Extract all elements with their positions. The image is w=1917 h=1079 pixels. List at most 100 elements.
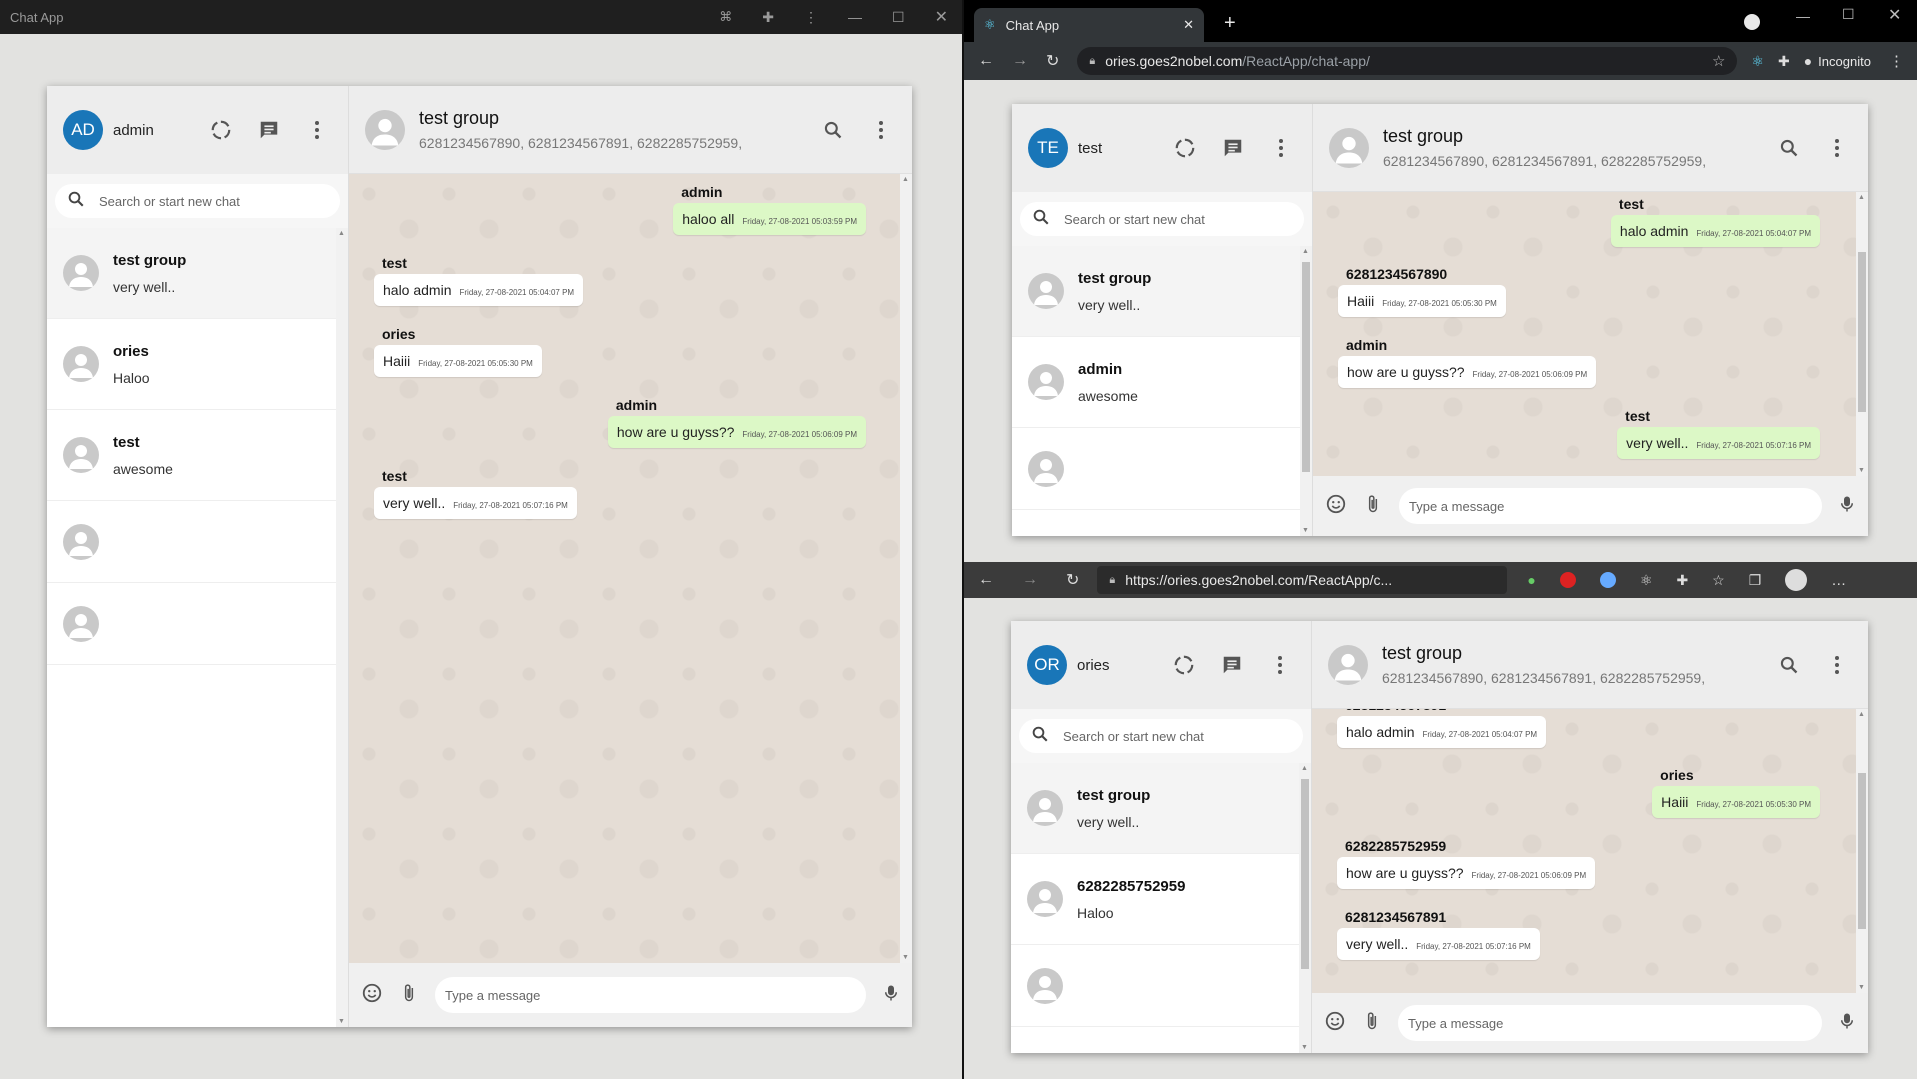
message-input[interactable] [435, 977, 866, 1013]
url-path: /ReactApp/chat-app/ [1242, 53, 1370, 69]
lock-icon: 🔒︎ [1089, 54, 1096, 67]
search-input[interactable] [1063, 728, 1243, 744]
menu-icon[interactable] [866, 115, 896, 145]
sidebar-scrollbar[interactable]: ▲ ▼ [1299, 763, 1311, 1053]
chat-item-test-group[interactable]: test group very well.. [47, 228, 348, 319]
mic-icon[interactable] [1838, 493, 1856, 520]
minimize-button[interactable]: — [848, 9, 862, 25]
address-bar[interactable]: 🔒︎ https://ories.goes2nobel.com/ReactApp… [1097, 566, 1508, 594]
menu-dots-icon[interactable]: … [1831, 572, 1846, 589]
status-icon[interactable] [1170, 133, 1200, 163]
abp-icon[interactable] [1559, 572, 1576, 588]
forward-icon[interactable]: → [1012, 52, 1028, 70]
extensions-icon[interactable]: ✚ [1676, 572, 1688, 589]
tab-chat-app[interactable]: ⚛ Chat App ✕ [974, 8, 1204, 42]
menu-icon[interactable] [1265, 650, 1295, 680]
search-icon[interactable] [1774, 133, 1804, 163]
scroll-thumb[interactable] [1858, 773, 1866, 929]
search-input[interactable] [99, 193, 279, 209]
react-devtools-icon[interactable]: ⚛ [1640, 572, 1653, 589]
back-icon[interactable]: ← [978, 52, 994, 70]
scroll-thumb[interactable] [1301, 779, 1309, 969]
extensions-icon[interactable]: ✚ [1778, 53, 1790, 70]
incognito-label[interactable]: Incognito [1818, 54, 1871, 69]
new-tab-button[interactable]: + [1224, 12, 1236, 35]
emoji-icon[interactable] [1325, 493, 1347, 520]
search-input[interactable] [1064, 211, 1244, 227]
chat-item-test-group[interactable]: test group very well.. [1012, 246, 1312, 337]
attach-icon[interactable] [399, 982, 419, 1009]
collections-icon[interactable]: ❐ [1749, 572, 1762, 589]
status-icon[interactable] [1169, 650, 1199, 680]
extension-icon[interactable]: ● [1527, 572, 1535, 588]
maximize-button[interactable]: ☐ [892, 9, 905, 26]
chat-item-empty[interactable] [1011, 945, 1311, 1027]
user-avatar[interactable]: AD [63, 110, 103, 150]
messages-scrollbar[interactable]: ▲ ▼ [1856, 192, 1868, 476]
message-input[interactable] [1399, 488, 1822, 524]
close-button[interactable]: ✕ [1888, 5, 1901, 25]
menu-icon[interactable] [302, 115, 332, 145]
message: ories Haiii Friday, 27-08-2021 05:05:30 P… [374, 326, 542, 377]
profile-avatar[interactable] [1785, 569, 1808, 591]
forward-icon[interactable]: → [1022, 571, 1038, 589]
messages-scrollbar[interactable]: ▲ ▼ [1856, 709, 1868, 993]
attach-icon[interactable] [1363, 493, 1383, 520]
message-text: how are u guyss?? [616, 424, 735, 440]
menu-icon[interactable] [1822, 650, 1852, 680]
new-chat-icon[interactable] [1218, 133, 1248, 163]
menu-dots-icon[interactable]: ⋮ [1889, 52, 1904, 70]
emoji-icon[interactable] [361, 982, 383, 1009]
window-title: Chat App [10, 9, 64, 25]
messages-scrollbar[interactable]: ▲ ▼ [900, 174, 912, 963]
message-bubble: how are u guyss?? Friday, 27-08-2021 05:0… [607, 416, 866, 448]
search-icon[interactable] [818, 115, 848, 145]
group-avatar[interactable] [365, 109, 405, 150]
star-icon[interactable]: ☆ [1712, 52, 1725, 70]
menu-icon[interactable] [1822, 133, 1852, 163]
mic-icon[interactable] [882, 982, 900, 1009]
tab-close-icon[interactable]: ✕ [1183, 17, 1194, 33]
chat-item-test-group[interactable]: test group very well.. [1011, 763, 1311, 854]
status-icon[interactable] [206, 115, 236, 145]
scroll-thumb[interactable] [1302, 262, 1310, 472]
chat-name: test [113, 433, 140, 451]
mic-icon[interactable] [1838, 1010, 1856, 1037]
chat-item-admin[interactable]: admin awesome [1012, 337, 1312, 428]
favorites-icon[interactable]: ☆ [1712, 572, 1725, 589]
minimize-button[interactable]: — [1796, 8, 1810, 24]
address-bar[interactable]: 🔒︎ ories.goes2nobel.com /ReactApp/chat-a… [1077, 47, 1738, 75]
search-icon[interactable] [1774, 650, 1804, 680]
chat-item-test[interactable]: test awesome [47, 410, 348, 501]
group-avatar[interactable] [1329, 127, 1369, 168]
reload-icon[interactable]: ↻ [1046, 51, 1059, 71]
group-avatar[interactable] [1328, 644, 1368, 685]
menu-icon[interactable] [1266, 133, 1296, 163]
translate-icon[interactable]: ⌘ [719, 9, 732, 25]
maximize-button[interactable]: ☐ [1842, 6, 1855, 23]
user-avatar[interactable]: TE [1028, 128, 1068, 168]
user-avatar[interactable]: OR [1027, 645, 1067, 685]
sidebar-scrollbar[interactable]: ▲ ▼ [336, 228, 348, 1027]
emoji-icon[interactable] [1324, 1010, 1346, 1037]
reload-icon[interactable]: ↻ [1066, 570, 1079, 590]
new-chat-icon[interactable] [1217, 650, 1247, 680]
scroll-thumb[interactable] [1858, 252, 1866, 412]
react-devtools-icon[interactable]: ⚛ [1751, 53, 1764, 70]
chat-item-6282285752959[interactable]: 6282285752959 Haloo [1011, 854, 1311, 945]
chat-item-ories[interactable]: ories Haloo [47, 319, 348, 410]
message-input[interactable] [1398, 1005, 1822, 1041]
chat-item-empty[interactable] [47, 501, 348, 583]
back-icon[interactable]: ← [978, 571, 994, 589]
message: 6281234567890 Haiii Friday, 27-08-2021 05… [1338, 266, 1506, 317]
close-button[interactable]: ✕ [935, 7, 948, 27]
extension-icon[interactable] [1599, 572, 1616, 588]
tab-search-icon[interactable] [1744, 14, 1760, 30]
new-chat-icon[interactable] [254, 115, 284, 145]
sidebar-scrollbar[interactable]: ▲ ▼ [1300, 246, 1312, 536]
chat-item-empty[interactable] [47, 583, 348, 665]
chat-item-empty[interactable] [1012, 428, 1312, 510]
menu-dots-icon[interactable]: ⋮ [804, 9, 818, 26]
extensions-icon[interactable]: ✚ [762, 9, 774, 26]
attach-icon[interactable] [1362, 1010, 1382, 1037]
